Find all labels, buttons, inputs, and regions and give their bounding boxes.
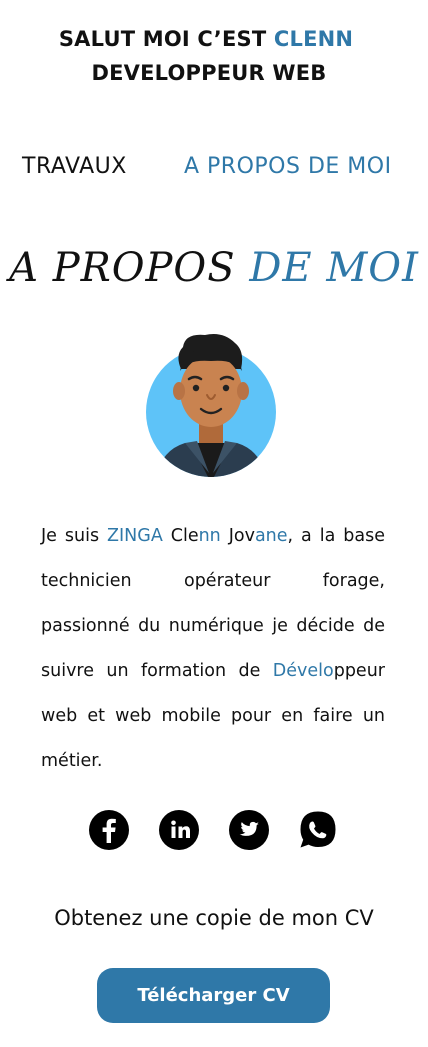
bio-text: , a la base technicien opérateur forage,… [41, 526, 385, 681]
header-greeting: SALUT MOI C’EST [58, 27, 274, 51]
social-links [0, 810, 428, 850]
bio-accent-text: Dévelo [272, 661, 334, 681]
about-title-part2: DE MOI [249, 245, 419, 291]
bio-accent-text: nn [198, 526, 221, 546]
linkedin-link[interactable] [159, 810, 199, 850]
bio-text: Je suis [41, 526, 108, 546]
whatsapp-icon [300, 811, 336, 848]
header-name: CLENN [273, 27, 354, 51]
bio-paragraph: Je suis ZINGA Clenn Jovane, a la base te… [41, 514, 385, 784]
avatar-illustration [146, 334, 276, 477]
site-header: SALUT MOI C’EST CLENN DEVELOPPEUR WEB [0, 22, 428, 90]
facebook-link[interactable] [89, 810, 129, 850]
main-nav: TRAVAUX A PROPOS DE MOI [0, 154, 428, 188]
facebook-icon [102, 818, 116, 843]
about-title: A PROPOS DE MOI [0, 240, 428, 296]
bio-text: Jov [220, 526, 255, 546]
bio-accent-text: ane [254, 526, 288, 546]
twitter-icon [239, 821, 259, 836]
whatsapp-link[interactable] [298, 810, 338, 850]
download-cv-button[interactable]: Télécharger CV [97, 968, 330, 1023]
cv-prompt: Obtenez une copie de mon CV [54, 906, 374, 930]
header-role: DEVELOPPEUR WEB [91, 61, 327, 85]
linkedin-icon [171, 820, 190, 838]
avatar [145, 333, 277, 478]
header-line-1: SALUT MOI C’EST CLENN [0, 22, 428, 56]
bio-text: Cle [162, 526, 199, 546]
nav-item-a-propos[interactable]: A PROPOS DE MOI [184, 154, 392, 179]
page: SALUT MOI C’EST CLENN DEVELOPPEUR WEB TR… [0, 0, 428, 1047]
bio-accent-text: ZINGA [107, 526, 163, 546]
twitter-link[interactable] [229, 810, 269, 850]
about-title-part1: A PROPOS [9, 245, 250, 291]
nav-item-travaux[interactable]: TRAVAUX [22, 154, 127, 179]
